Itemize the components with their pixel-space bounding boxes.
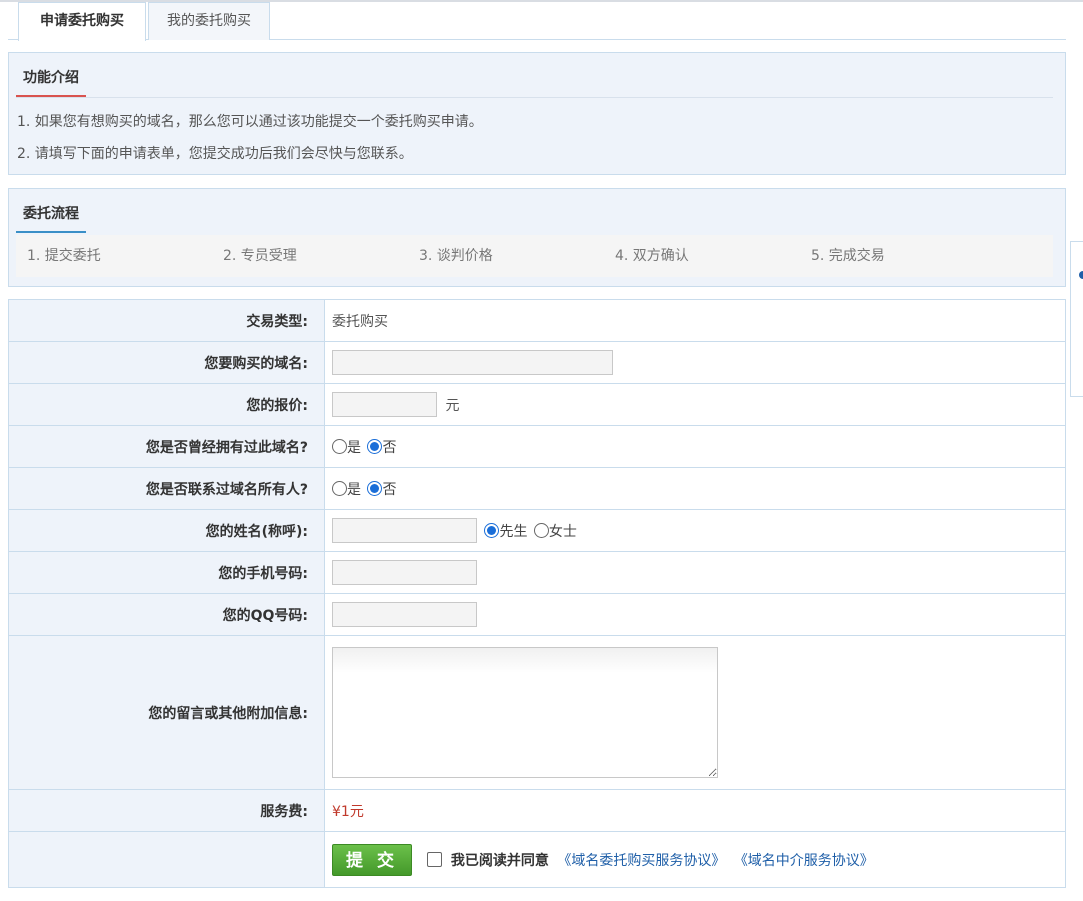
tab-my-entrusted-purchases[interactable]: 我的委托购买	[148, 2, 270, 40]
name-label: 您的姓名(称呼):	[8, 509, 325, 552]
price-label: 您的报价:	[8, 383, 325, 426]
title-male-label[interactable]: 先生	[499, 524, 527, 540]
form-row-phone: 您的手机号码:	[8, 551, 1066, 594]
intro-line-1: 1. 如果您有想购买的域名，那么您可以通过该功能提交一个委托购买申请。	[17, 114, 483, 130]
contacted-owner-label: 您是否联系过域名所有人?	[8, 467, 325, 510]
owned-before-no-label[interactable]: 否	[382, 440, 396, 456]
owned-before-yes-label[interactable]: 是	[347, 440, 361, 456]
fee-label: 服务费:	[8, 789, 325, 832]
form-row-message: 您的留言或其他附加信息:	[8, 635, 1066, 790]
process-panel: 委托流程 1. 提交委托 2. 专员受理 3. 谈判价格 4. 双方确认 5. …	[8, 188, 1066, 287]
trade-type-label: 交易类型:	[8, 299, 325, 342]
owned-before-no-radio[interactable]	[367, 439, 383, 454]
form-row-domain: 您要购买的域名:	[8, 341, 1066, 384]
process-steps: 1. 提交委托 2. 专员受理 3. 谈判价格 4. 双方确认 5. 完成交易	[16, 235, 1053, 277]
intro-divider	[16, 97, 1053, 98]
intro-panel: 功能介绍 1. 如果您有想购买的域名，那么您可以通过该功能提交一个委托购买申请。…	[8, 52, 1066, 175]
domain-input[interactable]	[332, 350, 613, 375]
form-row-submit: 提 交 我已阅读并同意 《域名委托购买服务协议》 《域名中介服务协议》	[8, 831, 1066, 888]
contacted-owner-yes-label[interactable]: 是	[347, 482, 361, 498]
form-row-owned-before: 您是否曾经拥有过此域名? 是 否	[8, 425, 1066, 468]
phone-input[interactable]	[332, 560, 477, 585]
message-textarea[interactable]	[332, 647, 718, 778]
purchase-request-form: 交易类型: 委托购买 您要购买的域名: 您的报价: 元 您是否曾经拥有过此域名?…	[8, 299, 1066, 888]
message-label: 您的留言或其他附加信息:	[8, 635, 325, 790]
form-row-name: 您的姓名(称呼): 先生 女士	[8, 509, 1066, 552]
process-step: 3. 谈判价格	[419, 248, 493, 264]
owned-before-yes-radio[interactable]	[332, 439, 347, 454]
process-step: 4. 双方确认	[615, 248, 689, 264]
form-row-qq: 您的QQ号码:	[8, 593, 1066, 636]
form-row-contacted-owner: 您是否联系过域名所有人? 是 否	[8, 467, 1066, 510]
agree-checkbox[interactable]	[427, 852, 443, 867]
intro-line-2: 2. 请填写下面的申请表单，您提交成功后我们会尽快与您联系。	[17, 146, 413, 162]
phone-label: 您的手机号码:	[8, 551, 325, 594]
qq-label: 您的QQ号码:	[8, 593, 325, 636]
process-title: 委托流程	[16, 201, 86, 233]
brokerage-agreement-link[interactable]: 《域名中介服务协议》	[734, 853, 874, 869]
contacted-owner-no-label[interactable]: 否	[382, 482, 396, 498]
trade-type-value: 委托购买	[332, 313, 388, 330]
title-female-radio[interactable]	[533, 523, 549, 538]
submit-button[interactable]: 提 交	[332, 843, 412, 876]
form-row-trade-type: 交易类型: 委托购买	[8, 299, 1066, 342]
fee-value: ¥1元	[332, 803, 364, 820]
process-step: 5. 完成交易	[811, 248, 885, 264]
process-step: 1. 提交委托	[27, 248, 101, 264]
title-female-label[interactable]: 女士	[549, 524, 577, 540]
price-unit: 元	[445, 397, 460, 414]
dot-icon	[1079, 271, 1083, 279]
submit-row-label	[8, 831, 325, 888]
owned-before-label: 您是否曾经拥有过此域名?	[8, 425, 325, 468]
process-step: 2. 专员受理	[223, 248, 297, 264]
intro-title: 功能介绍	[16, 65, 86, 97]
side-float-panel[interactable]	[1070, 241, 1083, 397]
title-male-radio[interactable]	[484, 523, 500, 538]
contacted-owner-yes-radio[interactable]	[332, 481, 347, 496]
price-input[interactable]	[332, 392, 437, 417]
tab-bar: 申请委托购买 我的委托购买	[8, 2, 1066, 41]
tab-apply-entrusted-purchase[interactable]: 申请委托购买	[18, 2, 146, 41]
domain-label: 您要购买的域名:	[8, 341, 325, 384]
form-row-fee: 服务费: ¥1元	[8, 789, 1066, 832]
form-row-price: 您的报价: 元	[8, 383, 1066, 426]
entrusted-purchase-agreement-link[interactable]: 《域名委托购买服务协议》	[557, 853, 725, 869]
qq-input[interactable]	[332, 602, 477, 627]
name-input[interactable]	[332, 518, 477, 543]
agree-label[interactable]: 我已阅读并同意	[451, 853, 549, 869]
contacted-owner-no-radio[interactable]	[367, 481, 383, 496]
